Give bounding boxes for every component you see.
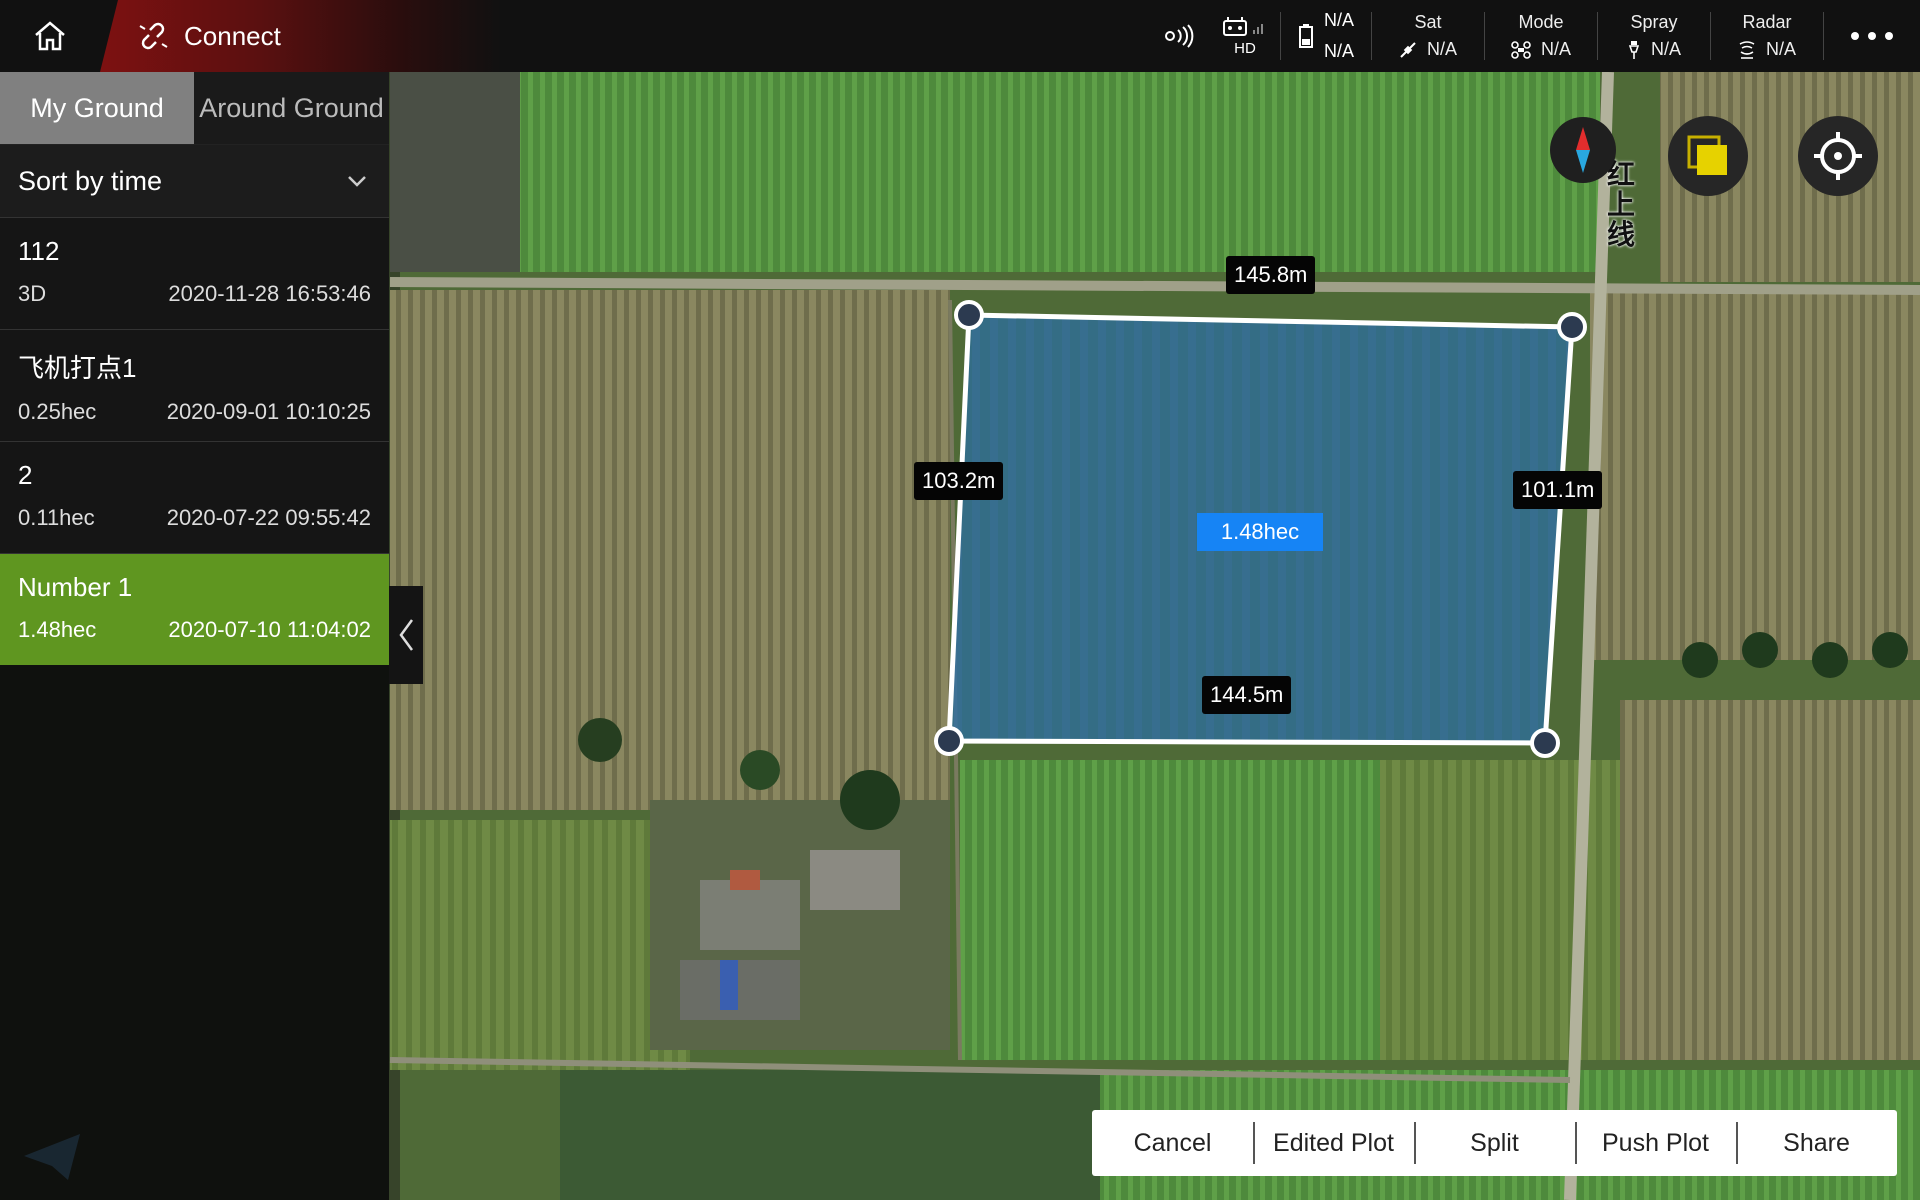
plot-size: 0.25hec (18, 399, 97, 424)
compass-icon[interactable] (1550, 117, 1616, 183)
cancel-button[interactable]: Cancel (1092, 1110, 1253, 1176)
plot-list-panel: My Ground Around Ground Sort by time 112… (0, 72, 389, 1200)
plot-list-item[interactable]: 112 3D 2020-11-28 16:53:46 (0, 217, 389, 329)
radar-status: Radar N/A (1711, 0, 1823, 72)
battery-status: N/A N/A (1281, 0, 1371, 72)
plot-size: 0.11hec (18, 505, 95, 530)
mode-title: Mode (1518, 12, 1564, 32)
chevron-down-icon (348, 176, 366, 187)
plot-name: 112 (18, 236, 60, 266)
plot-list-item[interactable]: 2 0.11hec 2020-07-22 09:55:42 (0, 441, 389, 553)
broken-link-icon (139, 22, 168, 50)
edge-length-bottom: 144.5m (1202, 676, 1292, 714)
plot-date: 2020-07-10 11:04:02 (168, 617, 371, 642)
edited-plot-button[interactable]: Edited Plot (1253, 1110, 1414, 1176)
vertex-handle (1530, 728, 1560, 758)
plot-area-badge: 1.48hec (1197, 513, 1323, 551)
sat-status: Sat N/A (1372, 0, 1484, 72)
plot-name: Number 1 (18, 572, 133, 602)
spray-title: Spray (1630, 12, 1678, 32)
vertex-handle (934, 726, 964, 756)
share-button[interactable]: Share (1736, 1110, 1897, 1176)
plot-size: 1.48hec (18, 617, 97, 642)
signal-status (1150, 0, 1210, 72)
crosshair-icon (1814, 132, 1862, 180)
vertex-handle (1557, 312, 1587, 342)
plot-date: 2020-09-01 10:10:25 (166, 399, 371, 424)
plot-name: 2 (18, 460, 33, 490)
edge-length-left: 103.2m (914, 462, 1004, 500)
radar-value: N/A (1765, 39, 1796, 59)
mode-value: N/A (1540, 39, 1571, 59)
battery-icon (1298, 24, 1313, 48)
push-plot-button[interactable]: Push Plot (1575, 1110, 1736, 1176)
battery-value-2: N/A (1323, 41, 1354, 61)
plot-action-bar: Cancel Edited Plot Split Push Plot Share (1092, 1110, 1897, 1176)
sort-dropdown[interactable]: Sort by time (0, 144, 389, 217)
connect-button[interactable]: Connect (100, 0, 500, 72)
plot-list-item-selected[interactable]: Number 1 1.48hec 2020-07-10 11:04:02 (0, 553, 389, 665)
plot-list-item[interactable]: 飞机打点1 0.25hec 2020-09-01 10:10:25 (0, 329, 389, 441)
plot-name: 飞机打点1 (18, 353, 137, 383)
split-button[interactable]: Split (1414, 1110, 1575, 1176)
road-label: 红上线 (1606, 159, 1635, 250)
plot-date: 2020-07-22 09:55:42 (166, 505, 371, 530)
home-icon (35, 21, 65, 51)
satellite-icon (1400, 41, 1416, 58)
layers-icon (1687, 135, 1727, 175)
top-bar: Connect HD N/A N/A Sat N/A Mode N/A Spra… (0, 0, 1920, 72)
vertex-handle (954, 300, 984, 330)
sort-label: Sort by time (18, 165, 163, 196)
connect-label: Connect (184, 20, 281, 51)
drone-icon (1511, 40, 1531, 59)
radar-icon (1739, 40, 1755, 59)
paper-plane-icon (24, 1134, 80, 1180)
more-dots-icon (1851, 32, 1893, 40)
chevron-left-icon (399, 619, 414, 651)
watermark (22, 1132, 82, 1182)
plot-size: 3D (18, 281, 47, 306)
edge-length-top: 145.8m (1226, 256, 1316, 294)
mode-status: Mode N/A (1485, 0, 1597, 72)
edge-length-right: 101.1m (1513, 471, 1603, 509)
signal-waves-icon (1165, 24, 1194, 48)
radar-title: Radar (1742, 12, 1792, 32)
spray-value: N/A (1650, 39, 1681, 59)
spray-status: Spray N/A (1598, 0, 1710, 72)
map-layer-button[interactable] (1668, 116, 1748, 196)
home-button[interactable] (0, 0, 100, 72)
remote-controller-status: HD (1210, 0, 1280, 72)
spray-icon (1628, 40, 1640, 59)
ground-tabs: My Ground Around Ground (0, 72, 389, 144)
plot-date: 2020-11-28 16:53:46 (168, 281, 371, 306)
remote-controller-icon (1223, 16, 1263, 36)
tab-my-ground[interactable]: My Ground (0, 72, 194, 144)
more-button[interactable] (1824, 0, 1920, 72)
sat-value: N/A (1426, 39, 1457, 59)
sat-title: Sat (1414, 12, 1442, 32)
collapse-panel-button[interactable] (389, 586, 423, 684)
battery-value-1: N/A (1323, 10, 1354, 30)
tab-around-ground[interactable]: Around Ground (194, 72, 389, 144)
hd-label: HD (1234, 39, 1256, 57)
locate-button[interactable] (1798, 116, 1878, 196)
